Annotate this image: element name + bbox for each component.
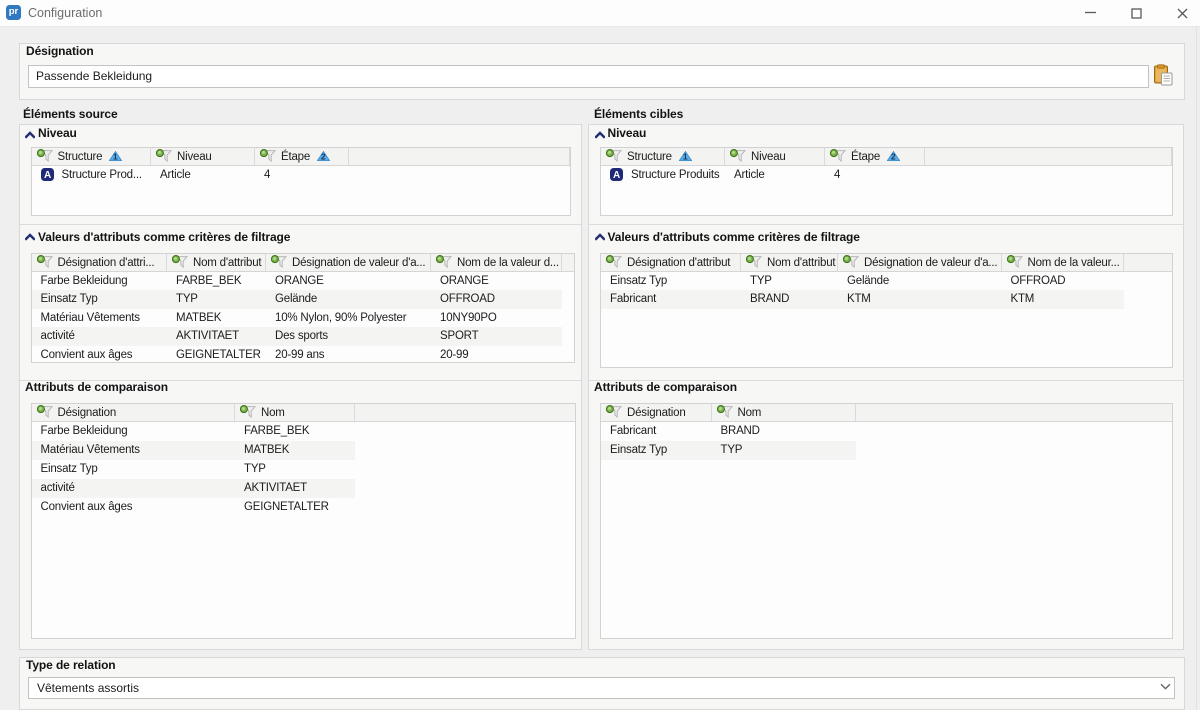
svg-text:1: 1 — [113, 152, 118, 161]
svg-text:2: 2 — [321, 152, 326, 161]
svg-text:A: A — [613, 170, 620, 181]
svg-text:A: A — [43, 170, 50, 181]
svg-text:2: 2 — [891, 152, 896, 161]
svg-text:1: 1 — [683, 152, 688, 161]
